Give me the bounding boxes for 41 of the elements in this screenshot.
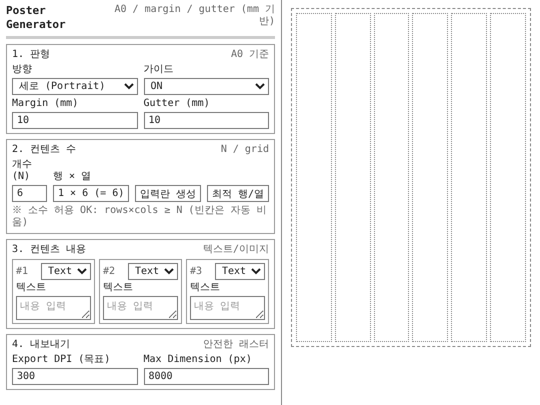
field-label: 개수 (N) [12,159,33,183]
text-area[interactable]: 내용 입력 [190,296,265,320]
input-field[interactable]: 300 [12,368,138,385]
field-label: 행 × 열 [53,171,92,183]
field-label: 텍스트 [103,282,134,294]
input-field[interactable]: 1 × 6 (= 6) [53,185,129,202]
action-button[interactable]: 최적 행/열 [206,185,269,202]
item-number: #3 [190,266,202,277]
action-button[interactable]: 입력란 생성 [134,185,201,202]
section-title: 3. 컨텐츠 내용 [12,244,86,256]
item-number: #2 [103,266,116,277]
field-label: 가이드 [144,64,174,76]
field-label: Max Dimension (px) [144,354,253,366]
text-area[interactable]: 내용 입력 [103,296,178,320]
text-area[interactable]: 내용 입력 [16,296,91,320]
field-label: Export DPI (목표) [12,354,112,366]
section-title: 1. 판형 [12,49,50,61]
field-label: 텍스트 [190,282,221,294]
input-field[interactable]: 10 [144,112,269,129]
section-note: A0 기준 [230,49,269,61]
section-title: 2. 컨텐츠 수 [12,144,76,156]
field-label: Margin (mm) [12,98,80,110]
input-field[interactable]: 8000 [144,368,269,385]
dropdown[interactable]: 세로 (Portrait) [12,78,138,95]
field-label: 방향 [12,64,33,76]
field-label: 텍스트 [16,282,47,294]
app-title: Poster Generator [6,4,67,32]
field-label: Gutter (mm) [144,98,211,110]
hint-text: ※ 소수 허용 OK: rows×cols ≥ N (빈칸은 자동 비움) [12,205,268,229]
section-title: 4. 내보내기 [12,339,70,351]
section-note: 텍스트/이미지 [202,244,269,256]
type-dropdown[interactable]: Text [215,263,265,280]
input-field[interactable]: 6 [12,185,48,202]
dropdown[interactable]: ON [144,78,269,95]
type-dropdown[interactable]: Text [128,263,178,280]
section-note: N / grid [220,144,269,156]
section-note: 안전한 래스터 [202,339,269,351]
app-subtitle: A0 / margin / gutter (mm 기반) [113,4,275,28]
item-number: #1 [16,266,28,277]
type-dropdown[interactable]: Text [41,263,91,280]
input-field[interactable]: 10 [12,112,138,129]
